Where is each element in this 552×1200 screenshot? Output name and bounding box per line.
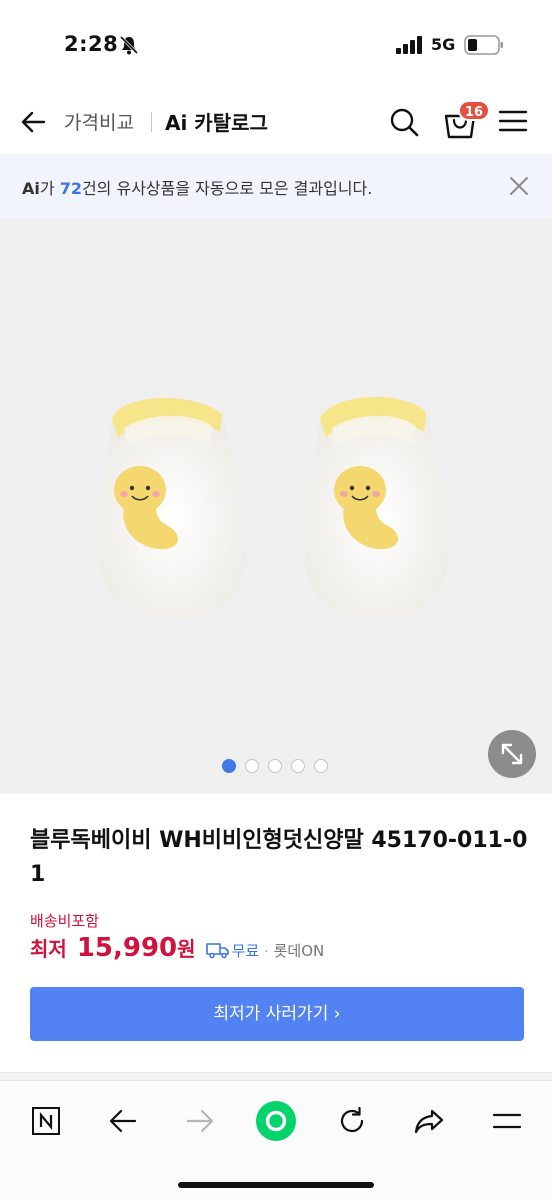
expand-icon: [501, 743, 523, 765]
shipping-included-label: 배송비포함: [30, 912, 100, 930]
bell-slash-icon: [119, 35, 139, 55]
naver-n-icon[interactable]: [26, 1102, 66, 1140]
pagination-dot[interactable]: [245, 759, 259, 773]
pagination-dot[interactable]: [314, 759, 328, 773]
seller-name[interactable]: 롯데ON: [274, 940, 325, 961]
signal-icon: [396, 36, 422, 54]
expand-image-button[interactable]: [488, 730, 536, 778]
pagination-dot[interactable]: [222, 759, 236, 773]
app-header: 가격비교 Ai 카탈로그 16: [0, 90, 552, 154]
buy-lowest-price-button[interactable]: 최저가 사러가기 ›: [30, 987, 524, 1041]
status-bar: 2:28 5G: [0, 0, 552, 90]
product-image-gallery[interactable]: [0, 218, 552, 794]
browser-menu-icon[interactable]: [487, 1102, 527, 1140]
back-arrow-icon[interactable]: [18, 106, 50, 138]
pagination-dot[interactable]: [291, 759, 305, 773]
menu-icon[interactable]: [498, 108, 528, 134]
browser-back-icon[interactable]: [103, 1102, 143, 1140]
header-divider: [151, 112, 152, 132]
shipping-fee: 무료: [231, 942, 260, 960]
network-label: 5G: [431, 35, 456, 54]
product-title: 블루독베이비 WH비비인형덧신양말 45170-011-01: [30, 828, 528, 887]
tab-ai-catalog[interactable]: Ai 카탈로그: [165, 107, 268, 136]
search-icon[interactable]: [388, 106, 420, 138]
close-icon[interactable]: [508, 175, 530, 197]
similar-count: 72: [59, 179, 82, 198]
gallery-pagination: [222, 759, 328, 773]
price-value: 15,990: [76, 933, 178, 963]
ai-info-banner: Ai가 72건의 유사상품을 자동으로 모은 결과입니다.: [0, 154, 552, 218]
battery-icon: [464, 35, 503, 55]
tab-price-compare[interactable]: 가격비교: [64, 108, 134, 135]
section-divider: [0, 1072, 552, 1080]
truck-icon: [205, 943, 229, 959]
share-icon[interactable]: [409, 1102, 449, 1140]
ai-banner-text-after: 건의 유사상품을 자동으로 모은 결과입니다.: [81, 179, 373, 198]
separator-dot: ·: [264, 944, 269, 960]
cart-count-badge: 16: [458, 100, 491, 121]
ai-banner-message: Ai가 72건의 유사상품을 자동으로 모은 결과입니다.: [22, 175, 372, 199]
lowest-price-label: 최저: [30, 937, 67, 961]
left-sock-image: [99, 397, 246, 618]
home-circle-icon[interactable]: [255, 1100, 297, 1142]
ai-banner-text-before: 가: [39, 179, 60, 198]
price-row: 최저 15,990 원 무료 · 롯데ON: [30, 933, 324, 967]
browser-forward-icon[interactable]: [180, 1102, 220, 1140]
home-indicator: [178, 1182, 374, 1188]
ai-logo: Ai: [22, 179, 40, 198]
price-unit: 원: [177, 937, 196, 961]
product-image: [99, 396, 449, 618]
right-sock-image: [306, 396, 449, 618]
pagination-dot[interactable]: [268, 759, 282, 773]
status-time: 2:28: [64, 32, 119, 56]
refresh-icon[interactable]: [332, 1102, 372, 1140]
